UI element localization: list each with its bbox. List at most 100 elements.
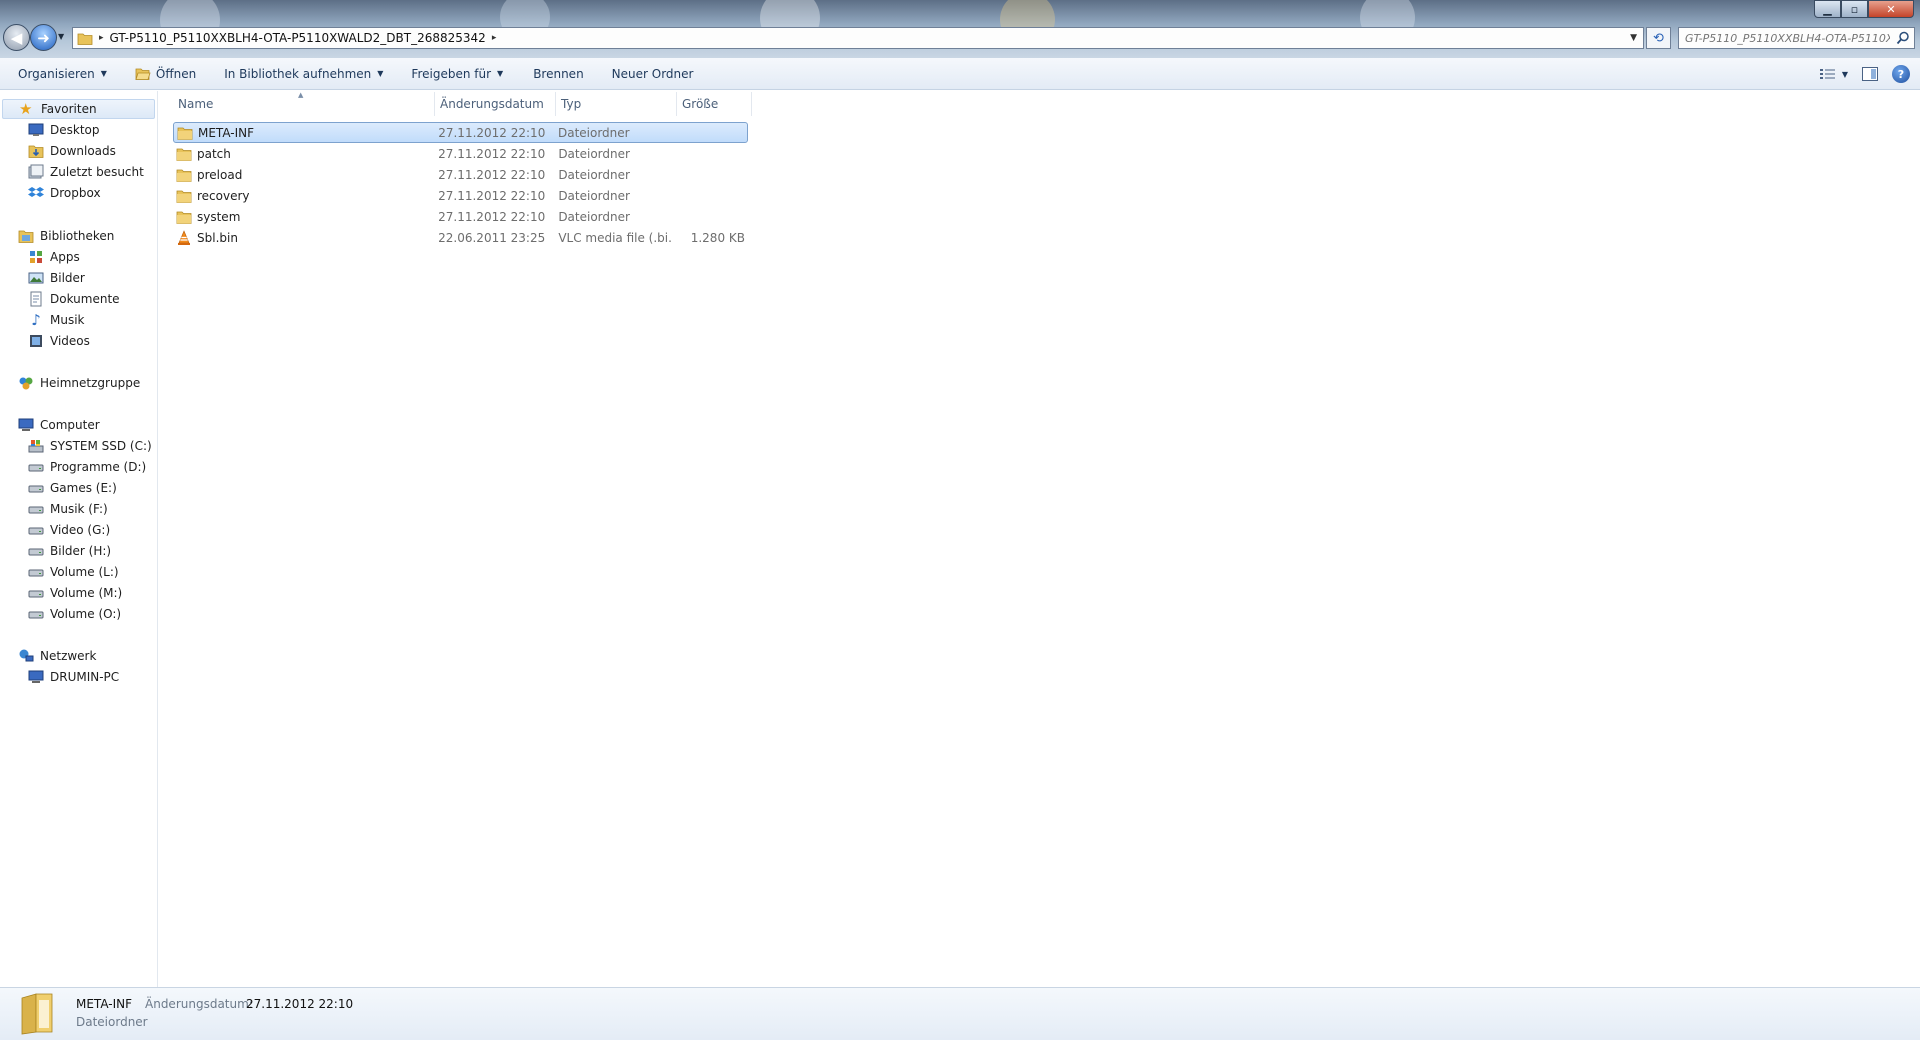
file-date: 27.11.2012 22:10 bbox=[438, 146, 546, 161]
chevron-down-icon[interactable]: ▼ bbox=[1630, 33, 1637, 43]
file-row[interactable]: preload 27.11.2012 22:10 Dateiordner bbox=[173, 164, 748, 185]
new-folder-label: Neuer Ordner bbox=[611, 66, 694, 81]
file-type: Dateiordner bbox=[558, 188, 630, 203]
system-drive-icon bbox=[28, 440, 44, 453]
breadcrumb-separator-end[interactable]: ▸ bbox=[492, 33, 497, 43]
nav-downloads[interactable]: Downloads bbox=[28, 141, 116, 161]
refresh-button[interactable]: ⟲ bbox=[1646, 27, 1671, 49]
column-label: Größe bbox=[682, 97, 719, 111]
breadcrumb-path[interactable]: GT-P5110_P5110XXBLH4-OTA-P5110XWALD2_DBT… bbox=[110, 31, 486, 45]
nav-homegroup[interactable]: Heimnetzgruppe bbox=[18, 373, 140, 393]
column-header-name[interactable]: Name bbox=[173, 92, 435, 116]
file-type: VLC media file (.bi... bbox=[558, 230, 674, 245]
share-menu[interactable]: Freigeben für ▼ bbox=[401, 62, 513, 86]
file-date: 27.11.2012 22:10 bbox=[438, 167, 546, 182]
organize-menu[interactable]: Organisieren ▼ bbox=[8, 62, 117, 86]
nav-documents[interactable]: Dokumente bbox=[28, 289, 120, 309]
burn-button[interactable]: Brennen bbox=[523, 62, 593, 86]
nav-drive-o[interactable]: Volume (O:) bbox=[28, 604, 121, 624]
nav-apps[interactable]: Apps bbox=[28, 247, 80, 267]
command-bar: Organisieren ▼ Öffnen In Bibliothek aufn… bbox=[0, 58, 1920, 90]
nav-pc[interactable]: DRUMIN-PC bbox=[28, 667, 119, 687]
nav-network[interactable]: Netzwerk bbox=[18, 646, 96, 666]
nav-label: Computer bbox=[40, 418, 100, 432]
open-button[interactable]: Öffnen bbox=[125, 62, 206, 86]
downloads-folder-icon bbox=[28, 145, 44, 158]
nav-drive-l[interactable]: Volume (L:) bbox=[28, 562, 119, 582]
forward-button[interactable]: ➜ bbox=[30, 24, 57, 51]
nav-videos[interactable]: Videos bbox=[28, 331, 90, 351]
back-button[interactable]: ◀ bbox=[3, 24, 30, 51]
nav-pictures[interactable]: Bilder bbox=[28, 268, 85, 288]
videos-icon bbox=[30, 335, 42, 347]
close-icon: ✕ bbox=[1886, 2, 1896, 16]
nav-drive-e[interactable]: Games (E:) bbox=[28, 478, 117, 498]
column-label: Änderungsdatum bbox=[440, 97, 544, 111]
new-folder-button[interactable]: Neuer Ordner bbox=[602, 62, 704, 86]
folder-icon bbox=[77, 33, 93, 45]
preview-pane-icon[interactable] bbox=[1862, 67, 1878, 81]
breadcrumb-separator[interactable]: ▸ bbox=[99, 33, 104, 43]
chevron-down-icon: ▼ bbox=[100, 69, 107, 78]
view-controls: ▼ ? bbox=[1819, 62, 1910, 86]
star-icon: ★ bbox=[19, 100, 33, 118]
file-list: META-INF 27.11.2012 22:10 Dateiordner pa… bbox=[173, 122, 748, 248]
nav-drive-m[interactable]: Volume (M:) bbox=[28, 583, 122, 603]
close-button[interactable]: ✕ bbox=[1868, 0, 1914, 18]
nav-drive-d[interactable]: Programme (D:) bbox=[28, 457, 146, 477]
folder-icon bbox=[21, 993, 53, 1035]
column-headers: Name Änderungsdatum Typ Größe bbox=[173, 92, 753, 116]
file-row[interactable]: system 27.11.2012 22:10 Dateiordner bbox=[173, 206, 748, 227]
nav-label: Musik bbox=[50, 313, 85, 327]
folder-icon bbox=[176, 148, 192, 161]
nav-label: Video (G:) bbox=[50, 523, 111, 537]
folder-icon bbox=[176, 211, 192, 224]
nav-computer[interactable]: Computer bbox=[18, 415, 100, 435]
nav-desktop[interactable]: Desktop bbox=[28, 120, 100, 140]
file-row[interactable]: Sbl.bin 22.06.2011 23:25 VLC media file … bbox=[173, 227, 748, 248]
nav-label: Volume (O:) bbox=[50, 607, 122, 621]
details-date-value: 27.11.2012 22:10 bbox=[246, 997, 354, 1011]
file-name-cell: META-INF bbox=[174, 125, 433, 141]
hard-drive-icon bbox=[28, 485, 44, 493]
nav-label: Zuletzt besucht bbox=[50, 165, 144, 179]
nav-music[interactable]: ♪ Musik bbox=[28, 310, 85, 330]
file-row[interactable]: patch 27.11.2012 22:10 Dateiordner bbox=[173, 143, 748, 164]
column-header-size[interactable]: Größe bbox=[677, 92, 752, 116]
burn-label: Brennen bbox=[533, 66, 584, 81]
nav-libraries[interactable]: Bibliotheken bbox=[18, 226, 114, 246]
nav-drive-c[interactable]: SYSTEM SSD (C:) bbox=[28, 436, 152, 456]
nav-recent[interactable]: Zuletzt besucht bbox=[28, 162, 144, 182]
change-view-button[interactable]: ▼ bbox=[1819, 68, 1848, 80]
search-input[interactable] bbox=[1685, 31, 1890, 45]
nav-drive-g[interactable]: Video (G:) bbox=[28, 520, 110, 540]
nav-label: Desktop bbox=[50, 123, 100, 137]
pictures-icon bbox=[28, 272, 44, 284]
nav-label: Apps bbox=[50, 250, 80, 264]
minimize-button[interactable]: ▁ bbox=[1814, 0, 1841, 18]
file-date: 22.06.2011 23:25 bbox=[438, 230, 546, 245]
chevron-down-icon[interactable]: ▼ bbox=[1842, 70, 1848, 79]
search-box[interactable] bbox=[1678, 27, 1915, 49]
column-header-date[interactable]: Änderungsdatum bbox=[435, 92, 556, 116]
arrow-right-icon: ➜ bbox=[37, 28, 50, 47]
documents-icon bbox=[30, 291, 42, 307]
nav-favorites[interactable]: ★ Favoriten bbox=[2, 99, 155, 119]
file-date: 27.11.2012 22:10 bbox=[438, 125, 546, 140]
library-menu[interactable]: In Bibliothek aufnehmen ▼ bbox=[214, 62, 393, 86]
nav-label: Netzwerk bbox=[40, 649, 97, 663]
chevron-down-icon: ▼ bbox=[497, 69, 504, 78]
nav-label: Heimnetzgruppe bbox=[40, 376, 141, 390]
nav-drive-f[interactable]: Musik (F:) bbox=[28, 499, 108, 519]
address-bar[interactable]: ▸ GT-P5110_P5110XXBLH4-OTA-P5110XWALD2_D… bbox=[72, 27, 1644, 49]
maximize-button[interactable]: ▫ bbox=[1841, 0, 1868, 18]
search-icon[interactable] bbox=[1896, 31, 1910, 45]
recent-pages-dropdown[interactable]: ▼ bbox=[58, 32, 64, 41]
nav-dropbox[interactable]: Dropbox bbox=[28, 183, 101, 203]
nav-label: Programme (D:) bbox=[50, 460, 147, 474]
file-row[interactable]: META-INF 27.11.2012 22:10 Dateiordner bbox=[173, 122, 748, 143]
column-header-type[interactable]: Typ bbox=[556, 92, 677, 116]
help-icon[interactable]: ? bbox=[1892, 65, 1910, 83]
file-row[interactable]: recovery 27.11.2012 22:10 Dateiordner bbox=[173, 185, 748, 206]
nav-drive-h[interactable]: Bilder (H:) bbox=[28, 541, 111, 561]
